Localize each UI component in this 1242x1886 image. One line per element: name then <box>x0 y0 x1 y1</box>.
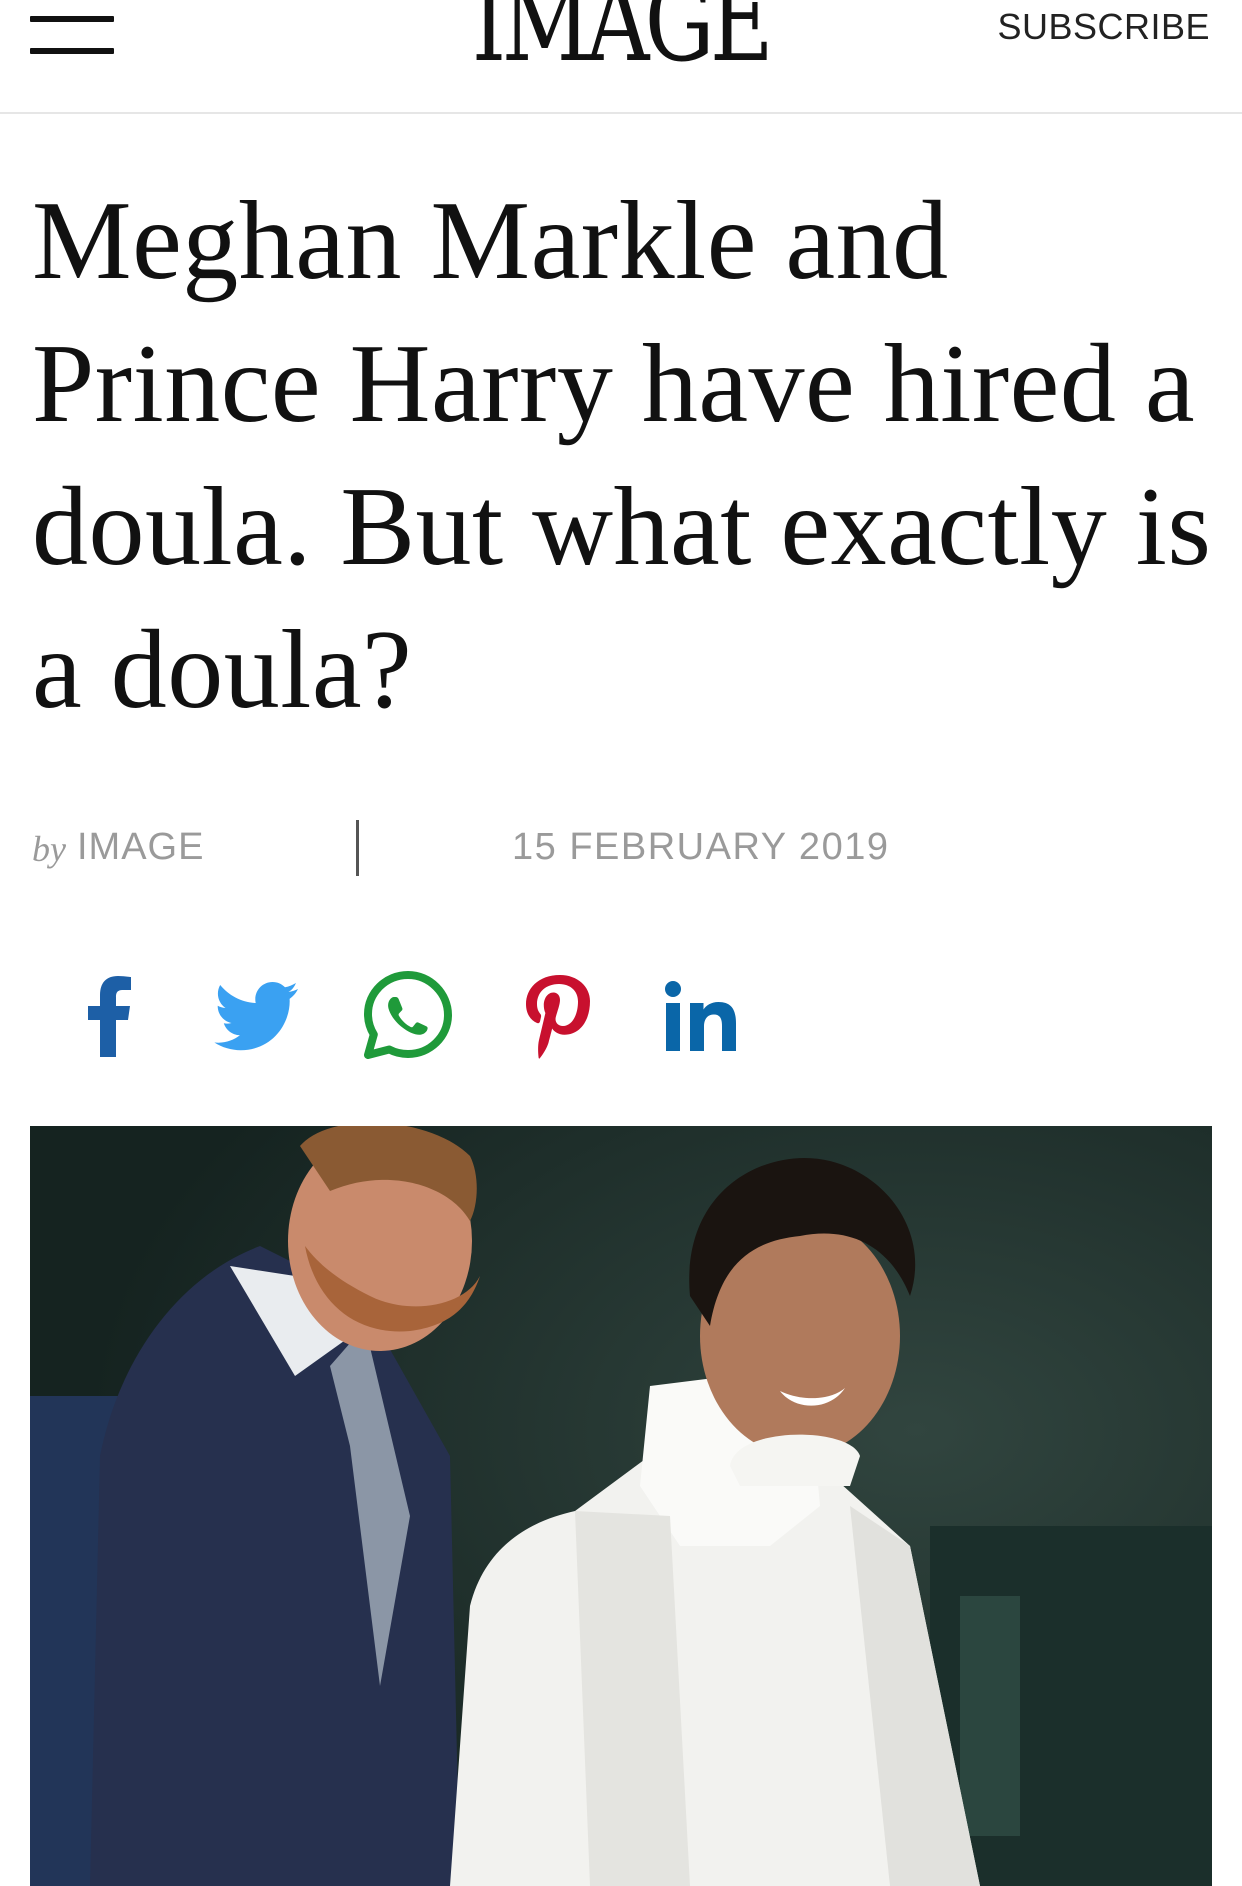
byline-prefix: by <box>32 829 66 869</box>
whatsapp-icon[interactable] <box>358 965 458 1065</box>
article-title: Meghan Markle and Prince Harry have hire… <box>32 179 1212 732</box>
site-header: IMAGE SUBSCRIBE <box>0 0 1242 114</box>
pinterest-icon[interactable] <box>508 965 608 1065</box>
subscribe-link[interactable]: SUBSCRIBE <box>997 6 1210 48</box>
share-bar <box>60 965 760 1065</box>
linkedin-icon[interactable] <box>656 965 756 1065</box>
author-link[interactable]: IMAGE <box>77 826 204 869</box>
article-byline: by IMAGE 15 FEBRUARY 2019 <box>32 820 1212 876</box>
publish-date: 15 FEBRUARY 2019 <box>512 826 890 868</box>
twitter-icon[interactable] <box>208 965 308 1065</box>
site-logo[interactable]: IMAGE <box>472 0 774 78</box>
byline-divider <box>356 820 359 876</box>
article-hero-image <box>30 1126 1212 1886</box>
facebook-icon[interactable] <box>60 965 160 1065</box>
hamburger-menu-icon[interactable] <box>30 12 116 58</box>
